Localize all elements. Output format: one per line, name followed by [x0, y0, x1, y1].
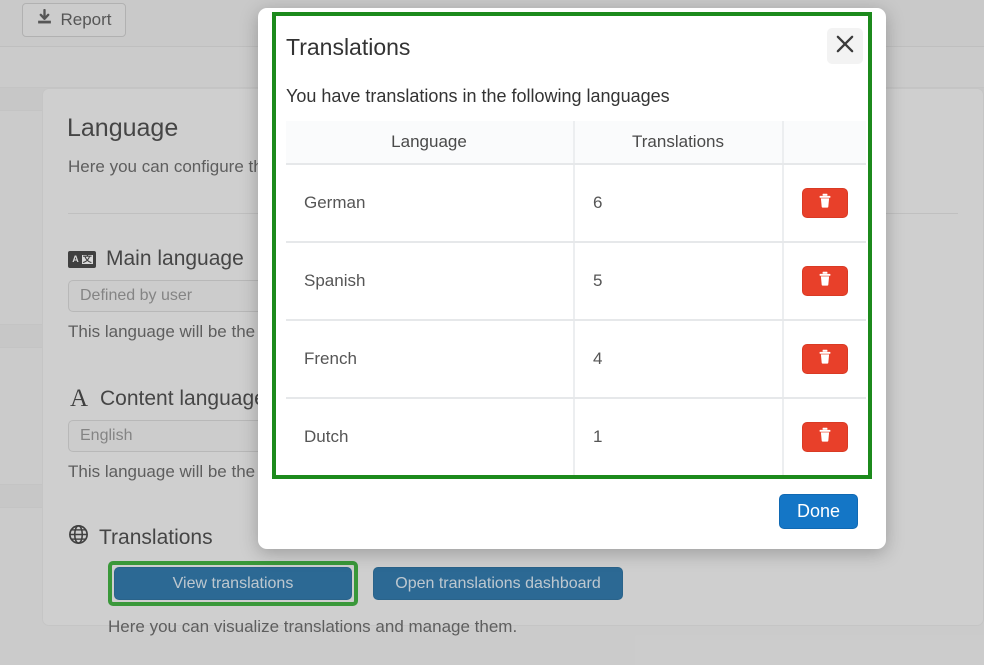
- delete-translation-button[interactable]: [802, 266, 848, 296]
- cell-actions: [783, 242, 866, 321]
- table-row: Spanish 5: [286, 242, 866, 321]
- column-header-language: Language: [286, 121, 575, 165]
- trash-icon: [818, 193, 832, 214]
- modal-title: Translations: [286, 34, 411, 60]
- done-button[interactable]: Done: [779, 494, 858, 529]
- cell-translation-count: 4: [574, 320, 784, 399]
- cell-actions: [783, 320, 866, 399]
- cell-actions: [783, 164, 866, 243]
- close-icon: [834, 33, 856, 60]
- delete-translation-button[interactable]: [802, 344, 848, 374]
- table-row: Dutch 1: [286, 398, 866, 477]
- cell-language: Dutch: [286, 398, 575, 477]
- table-body: German 6 Spanish 5 French 4 Dutch 1: [286, 164, 866, 477]
- trash-icon: [818, 349, 832, 370]
- table-header-row: Language Translations: [286, 121, 866, 165]
- cell-translation-count: 1: [574, 398, 784, 477]
- table-head: Language Translations: [286, 121, 866, 165]
- column-header-translations: Translations: [574, 121, 784, 165]
- cell-language: French: [286, 320, 575, 399]
- done-button-label: Done: [796, 501, 841, 521]
- close-button[interactable]: [827, 28, 863, 64]
- column-header-actions: [783, 121, 866, 165]
- cell-language: German: [286, 164, 575, 243]
- table-row: German 6: [286, 164, 866, 243]
- trash-icon: [818, 427, 832, 448]
- delete-translation-button[interactable]: [802, 188, 848, 218]
- trash-icon: [818, 271, 832, 292]
- cell-translation-count: 5: [574, 242, 784, 321]
- table-row: French 4: [286, 320, 866, 399]
- cell-translation-count: 6: [574, 164, 784, 243]
- translations-modal: Translations You have translations in th…: [258, 8, 886, 549]
- translations-table: Language Translations German 6 Spanish 5 Fre…: [286, 121, 866, 477]
- modal-description: You have translations in the following l…: [286, 86, 670, 106]
- modal-footer: Done: [258, 494, 886, 529]
- cell-language: Spanish: [286, 242, 575, 321]
- cell-actions: [783, 398, 866, 477]
- delete-translation-button[interactable]: [802, 422, 848, 452]
